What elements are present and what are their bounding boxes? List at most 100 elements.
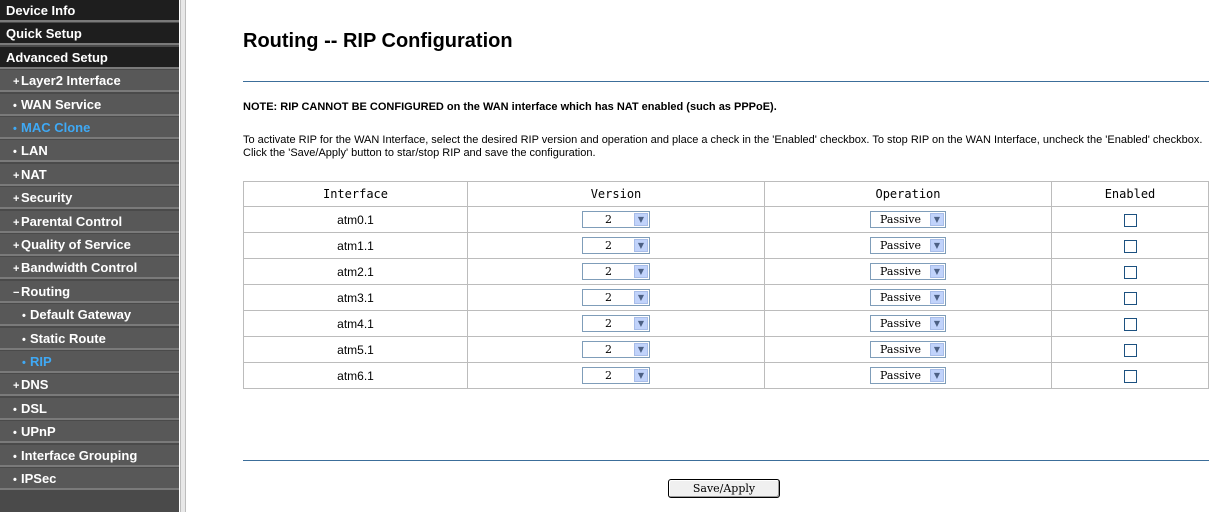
bullet-icon: • [22, 310, 26, 323]
version-select[interactable]: 2 ▼ [582, 289, 650, 306]
sidebar-item-label: Parental Control [21, 213, 123, 229]
enabled-checkbox[interactable] [1123, 213, 1137, 227]
operation-value: Passive [880, 317, 921, 330]
sidebar-item-label: MAC Clone [21, 120, 91, 135]
enabled-checkbox[interactable] [1123, 317, 1137, 331]
sidebar-item-advanced-setup[interactable]: Advanced Setup [0, 46, 179, 69]
version-select[interactable]: 2 ▼ [582, 237, 650, 254]
table-row: atm6.1 2 ▼ Passive ▼ [243, 362, 1209, 389]
sidebar-item-quality-of-service[interactable]: + Quality of Service [0, 234, 179, 256]
enabled-checkbox[interactable] [1123, 343, 1137, 357]
operation-select[interactable]: Passive ▼ [870, 367, 946, 384]
table-row: atm0.1 2 ▼ Passive ▼ [243, 206, 1209, 233]
header-version: Version [467, 181, 765, 207]
operation-select[interactable]: Passive ▼ [870, 315, 946, 332]
sidebar-item-layer2-interface[interactable]: + Layer2 Interface [0, 70, 179, 93]
sidebar-item-label: UPnP [21, 424, 56, 440]
enabled-checkbox[interactable] [1123, 369, 1137, 383]
operation-value: Passive [880, 265, 921, 278]
bullet-icon: + [13, 76, 20, 89]
sidebar-item-upnp[interactable]: • UPnP [0, 421, 179, 444]
sidebar-item-default-gateway[interactable]: • Default Gateway [0, 304, 179, 327]
header-enabled: Enabled [1051, 181, 1209, 207]
chevron-down-icon[interactable]: ▼ [930, 369, 944, 382]
sidebar-item-parental-control[interactable]: + Parental Control [0, 210, 179, 233]
sidebar-item-label: WAN Service [21, 96, 102, 112]
version-select[interactable]: 2 ▼ [582, 211, 650, 228]
sidebar-item-label: Default Gateway [30, 307, 132, 323]
operation-select[interactable]: Passive ▼ [870, 341, 946, 358]
version-cell: 2 ▼ [467, 206, 765, 233]
chevron-down-icon[interactable]: ▼ [634, 213, 648, 226]
header-interface: Interface [243, 181, 468, 207]
table-row: atm1.1 2 ▼ Passive ▼ [243, 232, 1209, 259]
sidebar-item-dns[interactable]: + DNS [0, 374, 179, 397]
chevron-down-icon[interactable]: ▼ [634, 317, 648, 330]
version-select[interactable]: 2 ▼ [582, 315, 650, 332]
bullet-icon: • [13, 474, 17, 486]
operation-cell: Passive ▼ [764, 362, 1052, 389]
chevron-down-icon[interactable]: ▼ [930, 317, 944, 330]
table-body: atm0.1 2 ▼ Passive ▼ atm1.1 2 ▼ Passive ▼ atm2.1 2 ▼… [243, 206, 1209, 389]
version-cell: 2 ▼ [467, 362, 765, 389]
sidebar-item-dsl[interactable]: • DSL [0, 397, 179, 420]
bullet-icon: + [13, 193, 20, 206]
sidebar-item-ipsec[interactable]: • IPSec [0, 468, 179, 490]
interface-cell: atm1.1 [243, 232, 468, 259]
sidebar-item-label: NAT [21, 166, 47, 182]
operation-cell: Passive ▼ [764, 336, 1052, 363]
save-apply-button[interactable]: Save/Apply [668, 479, 780, 498]
divider-bottom [243, 460, 1209, 461]
sidebar-item-mac-clone[interactable]: • MAC Clone [0, 117, 179, 139]
chevron-down-icon[interactable]: ▼ [930, 213, 944, 226]
sidebar-item-device-info[interactable]: Device Info [0, 0, 179, 22]
chevron-down-icon[interactable]: ▼ [634, 265, 648, 278]
chevron-down-icon[interactable]: ▼ [634, 291, 648, 304]
header-operation: Operation [764, 181, 1052, 207]
version-select[interactable]: 2 ▼ [582, 263, 650, 280]
chevron-down-icon[interactable]: ▼ [634, 343, 648, 356]
sidebar-item-quick-setup[interactable]: Quick Setup [0, 23, 179, 46]
bullet-icon: • [13, 123, 17, 135]
sidebar-item-security[interactable]: + Security [0, 187, 179, 210]
sidebar-item-routing[interactable]: − Routing [0, 280, 179, 303]
sidebar-item-interface-grouping[interactable]: • Interface Grouping [0, 444, 179, 467]
operation-value: Passive [880, 369, 921, 382]
note-text: NOTE: RIP CANNOT BE CONFIGURED on the WA… [243, 101, 777, 113]
sidebar-item-rip[interactable]: • RIP [0, 351, 179, 373]
sidebar-item-static-route[interactable]: • Static Route [0, 327, 179, 350]
version-cell: 2 ▼ [467, 232, 765, 259]
sidebar-item-nat[interactable]: + NAT [0, 163, 179, 186]
operation-select[interactable]: Passive ▼ [870, 289, 946, 306]
chevron-down-icon[interactable]: ▼ [930, 265, 944, 278]
enabled-checkbox[interactable] [1123, 291, 1137, 305]
operation-cell: Passive ▼ [764, 258, 1052, 285]
sidebar-item-lan[interactable]: • LAN [0, 140, 179, 163]
chevron-down-icon[interactable]: ▼ [930, 239, 944, 252]
chevron-down-icon[interactable]: ▼ [634, 239, 648, 252]
sidebar-item-wan-service[interactable]: • WAN Service [0, 93, 179, 116]
enabled-cell [1051, 232, 1209, 259]
sidebar-item-label: Security [21, 190, 73, 206]
enabled-checkbox[interactable] [1123, 239, 1137, 253]
operation-value: Passive [880, 343, 921, 356]
chevron-down-icon[interactable]: ▼ [634, 369, 648, 382]
version-select[interactable]: 2 ▼ [582, 341, 650, 358]
enabled-checkbox[interactable] [1123, 265, 1137, 279]
version-cell: 2 ▼ [467, 284, 765, 311]
interface-cell: atm3.1 [243, 284, 468, 311]
description-text: To activate RIP for the WAN Interface, s… [243, 134, 1203, 159]
operation-select[interactable]: Passive ▼ [870, 211, 946, 228]
operation-cell: Passive ▼ [764, 284, 1052, 311]
sidebar: Device Info Quick Setup Advanced Setup + Lay… [0, 0, 186, 512]
chevron-down-icon[interactable]: ▼ [930, 343, 944, 356]
bullet-icon: + [13, 263, 20, 276]
sidebar-item-label: DNS [21, 377, 49, 393]
version-select[interactable]: 2 ▼ [582, 367, 650, 384]
chevron-down-icon[interactable]: ▼ [930, 291, 944, 304]
operation-select[interactable]: Passive ▼ [870, 263, 946, 280]
operation-select[interactable]: Passive ▼ [870, 237, 946, 254]
sidebar-item-bandwidth-control[interactable]: + Bandwidth Control [0, 257, 179, 280]
version-value: 2 [605, 317, 612, 330]
bullet-icon: • [13, 403, 17, 416]
